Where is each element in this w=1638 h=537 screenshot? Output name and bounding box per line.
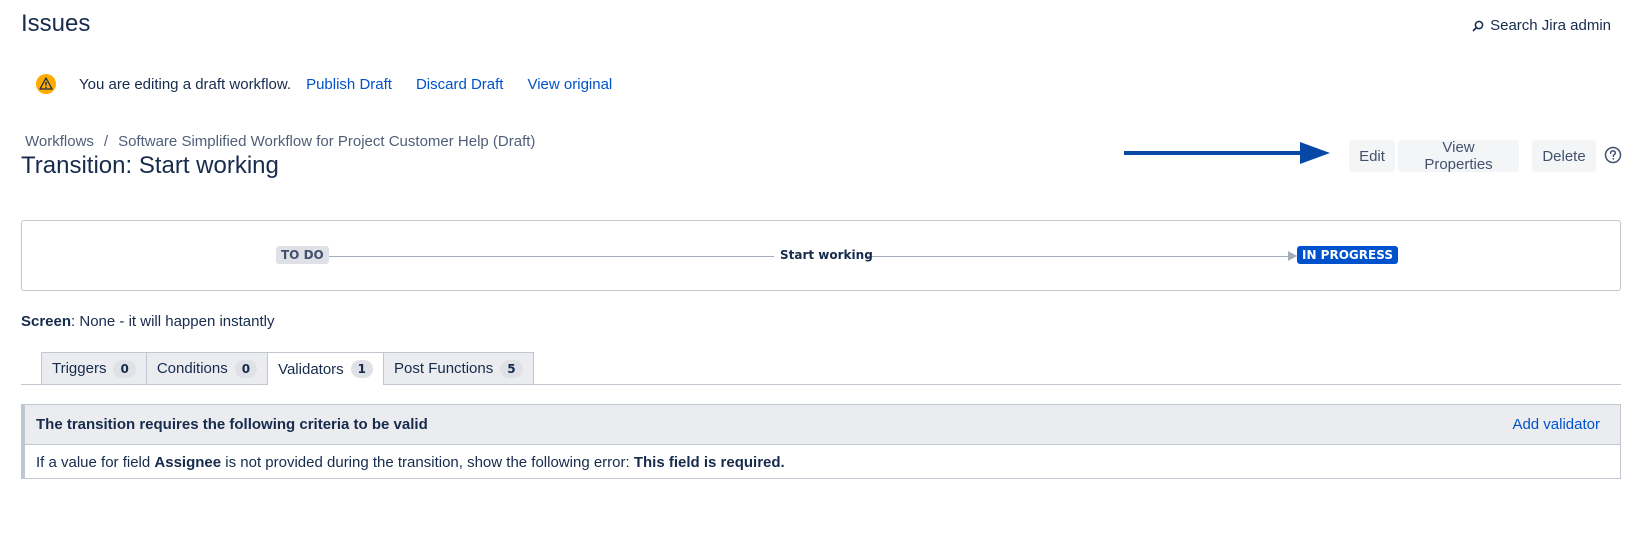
publish-draft-link[interactable]: Publish Draft bbox=[306, 76, 392, 93]
delete-button[interactable]: Delete bbox=[1532, 140, 1596, 172]
tab-label: Conditions bbox=[156, 360, 228, 377]
tab-count-badge: 0 bbox=[234, 359, 258, 378]
tab-label: Validators bbox=[278, 360, 344, 378]
discard-draft-link[interactable]: Discard Draft bbox=[416, 76, 504, 93]
validator-rule: If a value for field Assignee is not pro… bbox=[25, 445, 1620, 479]
validator-rule-middle: is not provided during the transition, s… bbox=[221, 453, 634, 471]
breadcrumb-current-workflow[interactable]: Software Simplified Workflow for Project… bbox=[118, 133, 535, 150]
view-properties-button[interactable]: View Properties bbox=[1398, 139, 1519, 173]
edit-button[interactable]: Edit bbox=[1349, 140, 1395, 172]
tab-post-functions[interactable]: Post Functions 5 bbox=[383, 352, 534, 384]
tab-label: Post Functions bbox=[394, 360, 494, 377]
tab-bar: Triggers 0 Conditions 0 Validators 1 Pos… bbox=[41, 352, 534, 385]
tab-validators[interactable]: Validators 1 bbox=[267, 352, 385, 385]
tab-triggers[interactable]: Triggers 0 bbox=[41, 352, 147, 384]
search-jira-admin-link[interactable]: Search Jira admin bbox=[1472, 17, 1611, 34]
screen-value: : None - it will happen instantly bbox=[71, 313, 275, 330]
status-lozenge-in-progress: IN PROGRESS bbox=[1297, 246, 1398, 264]
warning-icon bbox=[36, 74, 56, 94]
validator-rule-field: Assignee bbox=[154, 453, 222, 471]
status-lozenge-todo: TO DO bbox=[276, 246, 329, 264]
screen-label: Screen bbox=[21, 313, 72, 330]
validators-panel: The transition requires the following cr… bbox=[21, 404, 1621, 479]
breadcrumb-workflows[interactable]: Workflows bbox=[25, 133, 94, 150]
tab-count-badge: 1 bbox=[350, 360, 374, 378]
tab-count-badge: 0 bbox=[113, 359, 136, 378]
screen-info: Screen: None - it will happen instantly bbox=[21, 313, 274, 330]
help-icon[interactable] bbox=[1604, 146, 1622, 164]
tab-count-badge: 5 bbox=[500, 359, 523, 378]
draft-message: You are editing a draft workflow. bbox=[79, 75, 292, 93]
page-title: Issues bbox=[21, 10, 91, 37]
tab-conditions[interactable]: Conditions 0 bbox=[145, 352, 269, 384]
arrow-right-icon bbox=[1124, 142, 1330, 164]
search-icon bbox=[1472, 20, 1484, 32]
breadcrumb: Workflows / Software Simplified Workflow… bbox=[25, 133, 535, 150]
validator-rule-prefix: If a value for field bbox=[36, 453, 155, 471]
transition-name-label: Start working bbox=[780, 248, 873, 262]
transition-arrowhead bbox=[1288, 251, 1297, 261]
view-original-link[interactable]: View original bbox=[527, 76, 612, 93]
validator-rule-error: This field is required. bbox=[633, 453, 785, 471]
validators-panel-header: The transition requires the following cr… bbox=[25, 405, 1620, 445]
transition-title: Transition: Start working bbox=[21, 152, 279, 179]
draft-warning-bar: You are editing a draft workflow. Publis… bbox=[35, 73, 636, 95]
transition-line bbox=[322, 256, 774, 257]
tab-label: Triggers bbox=[52, 360, 107, 377]
search-jira-admin-label: Search Jira admin bbox=[1490, 17, 1611, 34]
validators-header-text: The transition requires the following cr… bbox=[36, 416, 428, 433]
add-validator-link[interactable]: Add validator bbox=[1512, 416, 1600, 433]
transition-line bbox=[866, 256, 1290, 257]
breadcrumb-separator: / bbox=[103, 133, 109, 150]
